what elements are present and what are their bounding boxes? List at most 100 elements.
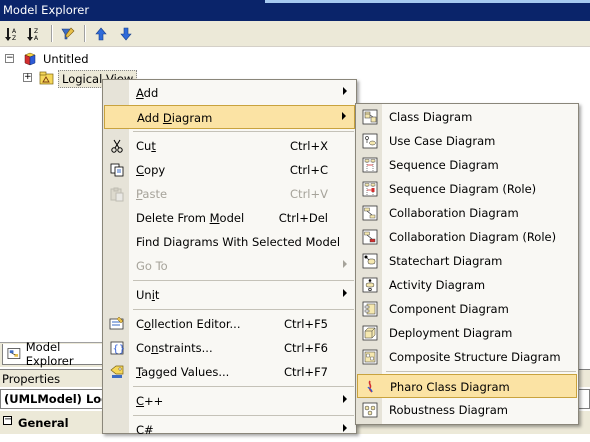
submenu-item-use-case-diagram[interactable]: Use Case Diagram — [357, 129, 577, 153]
menu-item-cut[interactable]: Cut Ctrl+X — [104, 134, 355, 158]
submenu-item-collaboration-diagram[interactable]: Collaboration Diagram — [357, 201, 577, 225]
submenu-item-robustness-diagram[interactable]: Robustness Diagram — [357, 398, 577, 422]
menu-item-label: C# — [136, 423, 154, 437]
menu-item-label: Collection Editor... — [136, 317, 241, 331]
properties-title: Properties — [2, 372, 61, 386]
menu-item-shortcut: Ctrl+F7 — [283, 365, 328, 379]
submenu-item-pharo-class-diagram[interactable]: Pharo Class Diagram — [357, 374, 577, 398]
menu-item-find[interactable]: Find Diagrams With Selected Model — [104, 230, 355, 254]
submenu-item-label: Collaboration Diagram — [389, 206, 519, 220]
titlebar-accent — [265, 0, 590, 3]
submenu-item-sequence-diagram[interactable]: Sequence Diagram — [357, 153, 577, 177]
submenu-arrow-icon — [342, 112, 346, 120]
submenu-item-label: Robustness Diagram — [389, 403, 508, 417]
add-diagram-submenu: Class Diagram Use Case Diagram Sequence Di… — [355, 103, 579, 425]
menu-separator — [133, 415, 354, 416]
robustness-diagram-icon — [362, 402, 378, 418]
class-diagram-icon — [362, 109, 378, 125]
menu-item-delete[interactable]: Delete From Model Ctrl+Del — [104, 206, 355, 230]
package-folder-icon — [39, 71, 54, 85]
sort-descending-button[interactable]: Z A — [25, 24, 45, 43]
svg-text:A: A — [34, 35, 39, 42]
submenu-item-collaboration-role-diagram[interactable]: Collaboration Diagram (Role) — [357, 225, 577, 249]
menu-item-tagged[interactable]: Tagged Values... Ctrl+F7 — [104, 360, 355, 384]
tab-model-explorer-label: Model Explorer — [25, 340, 74, 368]
menu-item-shortcut: Ctrl+F5 — [283, 317, 328, 331]
menu-item-unit[interactable]: Unit — [104, 283, 355, 307]
filter-button[interactable] — [58, 24, 78, 43]
submenu-item-deployment-diagram[interactable]: Deployment Diagram — [357, 321, 577, 345]
menu-item-add-diagram[interactable]: Add Diagram — [104, 105, 355, 129]
deployment-diagram-icon — [362, 325, 378, 341]
submenu-item-composite-structure-diagram[interactable]: Composite Structure Diagram — [357, 345, 577, 369]
move-up-icon — [95, 27, 107, 40]
submenu-arrow-icon — [343, 87, 347, 95]
menu-item-copy[interactable]: Copy Ctrl+C — [104, 158, 355, 182]
context-menu: Add Add Diagram Cut Ctrl+X Copy Ctrl+C Paste Ct… — [102, 79, 357, 437]
menu-separator — [133, 386, 354, 387]
menu-item-cpp[interactable]: C++ — [104, 389, 355, 413]
move-down-button[interactable] — [116, 24, 136, 43]
svg-text:A: A — [12, 28, 17, 35]
menu-item-label: Add Diagram — [137, 111, 213, 125]
menu-item-paste[interactable]: Paste Ctrl+V — [104, 182, 355, 206]
menu-item-shortcut: Ctrl+X — [290, 139, 328, 153]
collection-editor-icon — [109, 316, 124, 330]
explorer-tabstrip: Model Explorer — [0, 340, 112, 368]
svg-text:Z: Z — [12, 35, 16, 42]
menu-item-goto[interactable]: Go To — [104, 254, 355, 278]
category-collapse-icon[interactable]: − — [3, 415, 12, 425]
tree-root-label[interactable]: Untitled — [43, 52, 89, 66]
svg-text:{}: {} — [113, 344, 126, 355]
window-titlebar: Model Explorer — [0, 0, 590, 21]
submenu-item-class-diagram[interactable]: Class Diagram — [357, 105, 577, 129]
menu-separator — [133, 309, 354, 310]
paste-icon — [110, 187, 124, 202]
use-case-diagram-icon — [362, 133, 378, 149]
menu-item-label: Delete From Model — [136, 211, 245, 225]
collaboration-role-diagram-icon — [362, 229, 378, 245]
menu-separator — [133, 131, 354, 132]
menu-item-label: Unit — [136, 288, 160, 302]
tree-root-expander[interactable]: − — [5, 54, 14, 63]
menu-item-add[interactable]: Add — [104, 81, 355, 105]
submenu-item-statechart-diagram[interactable]: Statechart Diagram — [357, 249, 577, 273]
menu-item-collection[interactable]: Collection Editor... Ctrl+F5 — [104, 312, 355, 336]
move-down-icon — [120, 27, 132, 40]
menu-item-label: Cut — [136, 139, 156, 153]
menu-item-shortcut: Ctrl+V — [290, 187, 328, 201]
menu-item-label: Constraints... — [136, 341, 213, 355]
submenu-item-label: Class Diagram — [389, 110, 473, 124]
move-up-button[interactable] — [91, 24, 111, 43]
sort-ascending-icon: A Z — [5, 27, 17, 42]
submenu-item-label: Component Diagram — [389, 302, 509, 316]
submenu-arrow-icon — [343, 424, 347, 432]
svg-text:Z: Z — [34, 28, 38, 35]
category-label: General — [18, 416, 69, 430]
sort-ascending-button[interactable]: A Z — [3, 24, 23, 43]
submenu-item-component-diagram[interactable]: Component Diagram — [357, 297, 577, 321]
submenu-arrow-icon — [343, 289, 347, 297]
menu-item-label: C++ — [136, 394, 164, 408]
submenu-item-label: Activity Diagram — [389, 278, 486, 292]
statechart-diagram-icon — [362, 253, 378, 269]
tree-child-expander[interactable]: + — [23, 73, 32, 82]
model-explorer-icon — [7, 348, 21, 359]
filter-icon — [61, 27, 75, 39]
menu-item-label: Copy — [136, 163, 166, 177]
submenu-item-activity-diagram[interactable]: Activity Diagram — [357, 273, 577, 297]
menu-separator — [133, 280, 354, 281]
menu-item-constraints[interactable]: {} Constraints... Ctrl+F6 — [104, 336, 355, 360]
submenu-arrow-icon — [343, 260, 347, 268]
scissors-icon — [111, 139, 123, 153]
menu-item-shortcut: Ctrl+Del — [278, 211, 328, 225]
submenu-item-label: Sequence Diagram (Role) — [389, 182, 537, 196]
submenu-arrow-icon — [343, 395, 347, 403]
sequence-diagram-icon — [362, 157, 378, 173]
submenu-item-sequence-role-diagram[interactable]: Sequence Diagram (Role) — [357, 177, 577, 201]
copy-icon — [110, 163, 124, 177]
menu-item-csharp[interactable]: C# — [104, 418, 355, 442]
menu-item-shortcut: Ctrl+F6 — [283, 341, 328, 355]
tab-model-explorer[interactable]: Model Explorer — [2, 340, 112, 368]
submenu-item-label: Statechart Diagram — [389, 254, 503, 268]
